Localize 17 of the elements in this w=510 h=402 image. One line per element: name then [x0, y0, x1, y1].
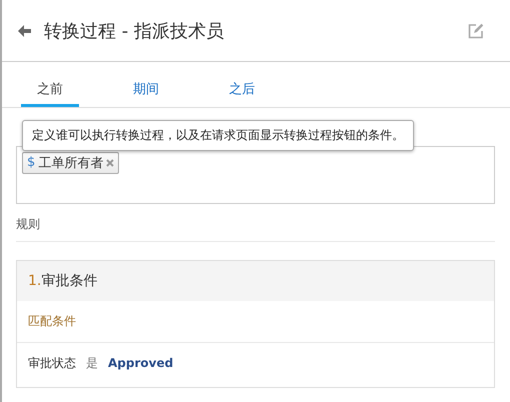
rule-number: 1. — [28, 273, 42, 289]
rule-title: 审批条件 — [41, 272, 98, 290]
tag-label: 工单所有者 — [38, 154, 104, 172]
condition-operator: 是 — [86, 355, 98, 372]
condition-field: 审批状态 — [28, 355, 76, 372]
tab[interactable]: 之前 — [21, 76, 79, 107]
page-title: 转换过程 - 指派技术员 — [44, 20, 225, 42]
tab[interactable]: 之后 — [213, 76, 271, 107]
edit-icon[interactable] — [468, 22, 484, 38]
tooltip: 定义谁可以执行转换过程，以及在请求页面显示转换过程按钮的条件。 — [22, 120, 414, 151]
tab[interactable]: 期间 — [117, 76, 175, 107]
condition-value: Approved — [108, 356, 174, 370]
match-label: 匹配条件 — [17, 301, 494, 343]
remove-icon[interactable] — [106, 158, 114, 166]
variable-sign: $ — [27, 155, 36, 170]
rules-label: 规则 — [16, 216, 495, 242]
back-arrow-icon[interactable] — [18, 24, 32, 36]
